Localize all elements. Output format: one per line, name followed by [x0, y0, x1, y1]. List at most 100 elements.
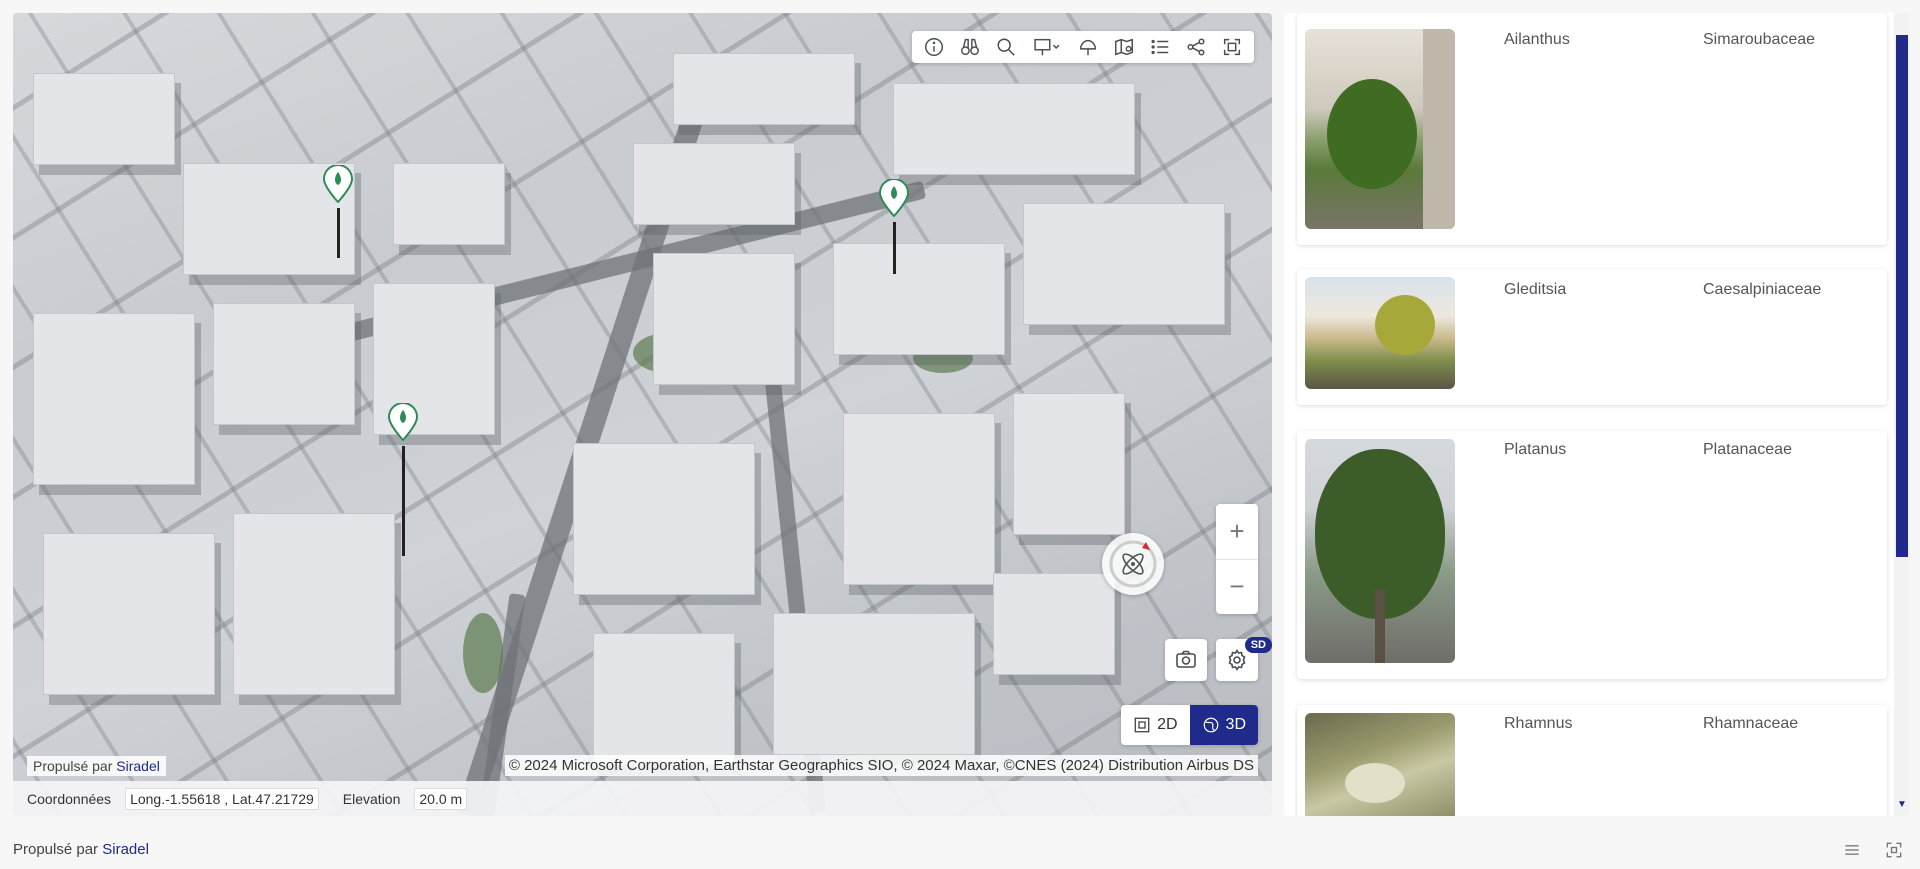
tree-map-pin[interactable]	[387, 402, 423, 556]
building	[593, 633, 735, 765]
building	[673, 53, 855, 125]
siradel-link[interactable]: Siradel	[116, 758, 160, 774]
share-icon	[1187, 38, 1205, 56]
scrollbar-thumb[interactable]	[1896, 35, 1908, 557]
tree-canopy	[1375, 295, 1435, 355]
powered-by-prefix: Propulsé par	[13, 841, 99, 858]
pin-stem	[337, 208, 340, 258]
tree-trunk	[1375, 589, 1385, 663]
list-icon	[1151, 39, 1169, 55]
search-icon	[997, 38, 1015, 56]
tree-canopy	[1327, 79, 1417, 189]
building	[993, 573, 1115, 675]
search-button[interactable]	[988, 31, 1024, 63]
tree-genus: Gleditsia	[1504, 281, 1567, 298]
view-toggle: 2D 3D	[1121, 705, 1258, 745]
building	[833, 243, 1005, 355]
map-attribution: © 2024 Microsoft Corporation, Earthstar …	[504, 755, 1258, 776]
building	[633, 143, 795, 225]
view-3d-button[interactable]: 3D	[1189, 705, 1258, 745]
tree-family: Rhamnaceae	[1703, 715, 1799, 732]
view-2d-button[interactable]: 2D	[1121, 705, 1189, 745]
tree-pin-icon	[322, 164, 354, 204]
tree-list-panel[interactable]: Ailanthus Simaroubaceae Gleditsia Caesal…	[1284, 13, 1910, 816]
scroll-down-arrow-icon[interactable]: ▼	[1897, 799, 1907, 810]
list-scrollbar[interactable]: ▼	[1894, 13, 1910, 816]
coordinates-bar: Coordonnées Long.-1.55618 , Lat.47.21729…	[13, 781, 1272, 816]
tree-photo	[1305, 29, 1455, 229]
share-button[interactable]	[1178, 31, 1214, 63]
compass-icon	[1109, 540, 1157, 588]
building	[33, 73, 175, 165]
layers-map-icon	[1115, 38, 1133, 56]
layers-map-button[interactable]	[1106, 31, 1142, 63]
map-toolbar	[912, 31, 1254, 63]
building	[233, 513, 395, 695]
binoculars-button[interactable]	[952, 31, 988, 63]
coordinates-value: Long.-1.55618 , Lat.47.21729	[125, 787, 319, 810]
zoom-out-button[interactable]: −	[1216, 558, 1258, 615]
tree-button[interactable]	[1070, 31, 1106, 63]
list-item[interactable]: Ailanthus Simaroubaceae	[1297, 13, 1887, 245]
leaf-cluster	[1345, 763, 1405, 803]
list-item[interactable]: Gleditsia Caesalpiniaceae	[1297, 269, 1887, 405]
fullscreen-icon	[1223, 38, 1241, 56]
map-view[interactable]: + − SD 2D 3D Propulsé par Siradel © 2024…	[13, 13, 1272, 816]
binoculars-icon	[961, 38, 979, 56]
fullscreen-button[interactable]	[1214, 31, 1250, 63]
zoom-in-button[interactable]: +	[1216, 504, 1258, 559]
building	[773, 613, 975, 755]
tree-photo	[1305, 713, 1455, 816]
menu-icon[interactable]	[1842, 840, 1862, 860]
tree-pin-icon	[878, 178, 910, 218]
expand-icon[interactable]	[1884, 840, 1904, 860]
view-2d-label: 2D	[1157, 716, 1178, 733]
building	[653, 253, 795, 385]
map-2d-icon	[1134, 717, 1150, 733]
tree-family: Simaroubaceae	[1703, 31, 1816, 48]
building	[893, 83, 1135, 175]
tree-map-pin[interactable]	[878, 178, 914, 274]
gear-icon	[1228, 648, 1246, 672]
tree-family: Platanaceae	[1703, 441, 1792, 458]
pin-stem	[402, 446, 405, 556]
building	[393, 163, 505, 245]
view-3d-label: 3D	[1225, 716, 1246, 733]
pin-stem	[893, 222, 896, 274]
tree-genus: Platanus	[1504, 441, 1567, 458]
camera-icon	[1176, 650, 1196, 668]
list-button[interactable]	[1142, 31, 1178, 63]
footer-powered-by: Propulsé par Siradel	[0, 841, 149, 858]
sd-badge: SD	[1244, 637, 1272, 653]
tree-icon	[1079, 39, 1097, 56]
elevation-value: 20.0 m	[414, 787, 468, 810]
zoom-control: + −	[1216, 504, 1258, 614]
building	[33, 313, 195, 485]
page-footer: Propulsé par Siradel	[0, 830, 1920, 869]
compass-control[interactable]	[1102, 533, 1164, 595]
tree-genus: Rhamnus	[1504, 715, 1573, 732]
siradel-link[interactable]: Siradel	[102, 841, 149, 858]
building-facade	[1423, 29, 1455, 229]
coordinates-label: Coordonnées	[27, 790, 112, 807]
tree-genus: Ailanthus	[1504, 31, 1570, 48]
tree-photo	[1305, 277, 1455, 389]
tree-family: Caesalpiniaceae	[1703, 281, 1822, 298]
powered-by-prefix: Propulsé par	[33, 758, 113, 774]
info-icon	[925, 38, 943, 56]
tree-canopy	[463, 613, 503, 693]
info-button[interactable]	[916, 31, 952, 63]
list-item[interactable]: Platanus Platanaceae	[1297, 431, 1887, 679]
list-item[interactable]: Rhamnus Rhamnaceae	[1297, 705, 1887, 816]
building	[213, 303, 355, 425]
globe-3d-icon	[1203, 717, 1218, 733]
building	[573, 443, 755, 595]
tree-photo	[1305, 439, 1455, 663]
presentation-dropdown[interactable]	[1024, 31, 1070, 63]
building	[843, 413, 995, 585]
building	[1013, 393, 1125, 535]
camera-button[interactable]	[1165, 639, 1207, 681]
tree-map-pin[interactable]	[322, 164, 358, 258]
building	[43, 533, 215, 695]
presentation-icon	[1034, 38, 1060, 56]
